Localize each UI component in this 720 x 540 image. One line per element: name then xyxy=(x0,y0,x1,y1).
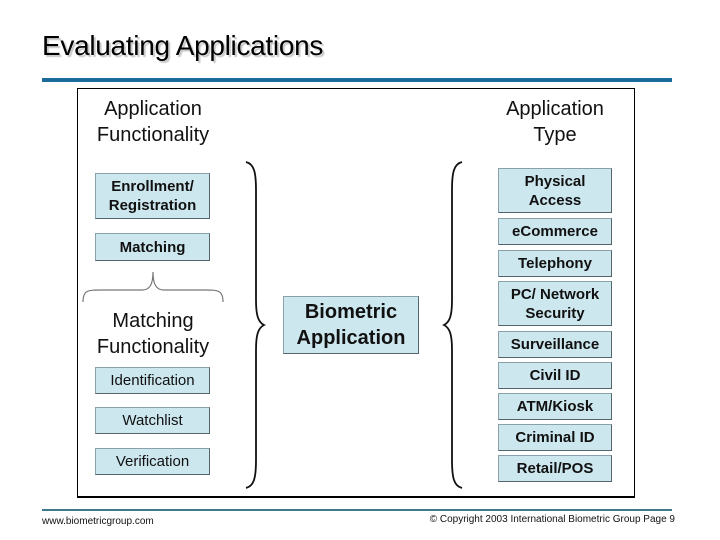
retail-pos-box: Retail/POS xyxy=(498,455,612,482)
box-label: Access xyxy=(528,191,582,209)
telephony-box: Telephony xyxy=(498,250,612,277)
pc-network-security-box: PC/ Network Security xyxy=(498,281,612,326)
biometric-application-box: Biometric Application xyxy=(283,296,419,354)
box-label: Biometric xyxy=(304,301,398,323)
box-label: Enrollment/ xyxy=(111,178,194,195)
matching-functionality-heading: Matching Functionality xyxy=(88,308,218,360)
verification-box: Verification xyxy=(95,448,210,475)
application-functionality-heading: Application Functionality xyxy=(88,96,218,148)
heading-line: Application xyxy=(104,98,202,120)
box-label: Civil ID xyxy=(529,367,581,384)
box-label: Registration xyxy=(108,197,197,214)
matching-box: Matching xyxy=(95,233,210,261)
box-label: Identification xyxy=(110,372,195,389)
box-label: Verification xyxy=(115,453,190,470)
box-label: Watchlist xyxy=(122,412,183,429)
box-label: Security xyxy=(525,304,585,322)
atm-kiosk-box: ATM/Kiosk xyxy=(498,393,612,420)
civil-id-box: Civil ID xyxy=(498,362,612,389)
box-label: Matching xyxy=(119,238,186,256)
footer-divider xyxy=(42,509,672,511)
left-group-brace xyxy=(245,161,267,489)
heading-line: Matching xyxy=(112,310,194,332)
surveillance-box: Surveillance xyxy=(498,331,612,358)
box-label: Physical xyxy=(524,172,586,190)
criminal-id-box: Criminal ID xyxy=(498,424,612,451)
ecommerce-box: eCommerce xyxy=(498,218,612,245)
heading-line: Functionality xyxy=(96,336,210,358)
identification-box: Identification xyxy=(95,367,210,394)
right-group-brace xyxy=(441,161,463,489)
box-label: Criminal ID xyxy=(515,429,595,446)
box-label: Surveillance xyxy=(510,336,600,353)
box-label: Application xyxy=(296,327,406,349)
matching-expansion-brace xyxy=(82,271,224,303)
application-type-heading: Application Type xyxy=(490,96,620,148)
footer-copyright: © Copyright 2003 International Biometric… xyxy=(429,514,675,525)
box-label: Retail/POS xyxy=(516,460,594,477)
enrollment-registration-box: Enrollment/Registration xyxy=(95,173,210,219)
heading-line: Application xyxy=(506,98,604,120)
heading-line: Type xyxy=(533,124,577,146)
title-divider xyxy=(42,78,672,82)
box-label: Telephony xyxy=(518,255,592,272)
box-label: eCommerce xyxy=(512,223,598,240)
watchlist-box: Watchlist xyxy=(95,407,210,434)
slide-title: Evaluating Applications xyxy=(42,30,324,61)
footer-website: www.biometricgroup.com xyxy=(42,516,154,527)
heading-line: Functionality xyxy=(96,124,210,146)
box-label: ATM/Kiosk xyxy=(516,398,594,415)
box-label: PC/ Network xyxy=(510,285,600,303)
physical-access-box: Physical Access xyxy=(498,168,612,213)
